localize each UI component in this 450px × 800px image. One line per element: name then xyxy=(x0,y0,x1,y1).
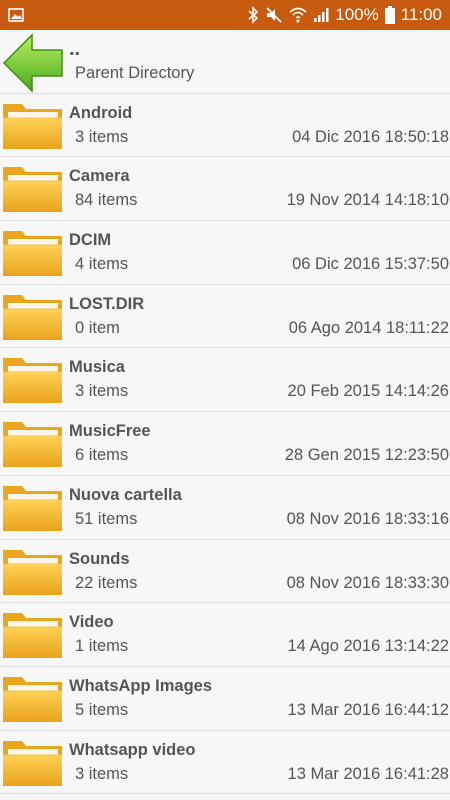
folder-item-count: 4 items xyxy=(75,255,129,274)
parent-directory-row[interactable]: .. Parent Directory xyxy=(0,30,450,94)
folder-row[interactable]: Camera 84 items 19 Nov 2014 14:18:10 xyxy=(0,157,450,222)
folder-name: Camera xyxy=(69,167,130,186)
folder-date: 28 Gen 2015 12:23:50 xyxy=(284,446,449,465)
folder-name: WhatsApp Images xyxy=(69,676,213,695)
folder-date: 20 Feb 2015 14:14:26 xyxy=(287,382,449,401)
folder-row[interactable]: DCIM 4 items 06 Dic 2016 15:37:50 xyxy=(0,221,450,285)
gallery-icon xyxy=(8,8,24,22)
folder-item-count: 5 items xyxy=(75,700,129,719)
parent-label: Parent Directory xyxy=(75,64,195,82)
folder-row[interactable]: Android 3 items 04 Dic 2016 18:50:18 xyxy=(0,93,450,158)
folder-name: LOST.DIR xyxy=(69,294,145,313)
folder-row[interactable]: Video 1 items 14 Ago 2016 13:14:22 xyxy=(0,603,450,667)
folder-item-count: 84 items xyxy=(75,191,138,210)
folder-icon xyxy=(2,163,64,215)
battery-percent: 100% xyxy=(335,5,379,24)
parent-name: .. xyxy=(69,38,81,60)
folder-row[interactable]: MusicFree 6 items 28 Gen 2015 12:23:50 xyxy=(0,412,450,476)
folder-item-count: 3 items xyxy=(75,382,129,401)
folder-date: 19 Nov 2014 14:18:10 xyxy=(286,191,449,210)
folder-icon xyxy=(2,546,64,598)
folder-row[interactable]: Musica 3 items 20 Feb 2015 14:14:26 xyxy=(0,348,450,413)
folder-icon xyxy=(2,482,64,534)
folder-icon xyxy=(2,227,64,279)
folder-date: 13 Mar 2016 16:41:28 xyxy=(287,764,449,783)
folder-row[interactable]: Nuova cartella 51 items 08 Nov 2016 18:3… xyxy=(0,475,450,540)
folder-date: 08 Nov 2016 18:33:30 xyxy=(286,573,449,592)
folder-icon xyxy=(2,291,64,343)
signal-icon xyxy=(313,7,329,23)
folder-date: 08 Nov 2016 18:33:16 xyxy=(286,509,449,528)
folder-item-count: 1 items xyxy=(75,637,129,656)
battery-icon xyxy=(384,6,395,24)
folder-icon xyxy=(2,673,64,725)
folder-date: 04 Dic 2016 18:50:18 xyxy=(292,127,449,146)
folder-item-count: 3 items xyxy=(75,764,129,783)
folder-name: DCIM xyxy=(69,231,112,250)
folder-name: Whatsapp video xyxy=(69,740,196,759)
folder-name: Android xyxy=(69,103,133,122)
mute-icon xyxy=(265,6,283,24)
folder-row[interactable]: LOST.DIR 0 item 06 Ago 2014 18:11:22 xyxy=(0,284,450,349)
folder-item-count: 3 items xyxy=(75,127,129,146)
bluetooth-icon xyxy=(247,6,259,24)
wifi-icon xyxy=(289,7,307,23)
folder-date: 06 Dic 2016 15:37:50 xyxy=(292,255,449,274)
folder-item-count: 6 items xyxy=(75,446,129,465)
folder-icon xyxy=(2,100,64,152)
folder-date: 06 Ago 2014 18:11:22 xyxy=(288,318,449,337)
file-list: .. Parent Directory Android 3 items 04 D… xyxy=(0,30,450,795)
folder-date: 13 Mar 2016 16:44:12 xyxy=(287,700,449,719)
folder-row[interactable]: WhatsApp Images 5 items 13 Mar 2016 16:4… xyxy=(0,666,450,731)
clock: 11:00 xyxy=(400,5,442,24)
folder-item-count: 51 items xyxy=(75,509,138,528)
folder-icon xyxy=(2,609,64,661)
folder-icon xyxy=(2,354,64,406)
back-arrow-icon xyxy=(2,33,64,93)
folder-name: Nuova cartella xyxy=(69,485,182,504)
folder-name: Video xyxy=(69,613,114,632)
folder-item-count: 22 items xyxy=(75,573,138,592)
folder-icon xyxy=(2,418,64,470)
folder-icon xyxy=(2,737,64,789)
folder-name: Musica xyxy=(69,358,125,377)
folder-date: 14 Ago 2016 13:14:22 xyxy=(287,637,450,656)
folder-name: MusicFree xyxy=(69,422,151,441)
folder-row[interactable]: Whatsapp video 3 items 13 Mar 2016 16:41… xyxy=(0,730,450,795)
status-bar: 100% 11:00 xyxy=(0,0,450,30)
folder-name: Sounds xyxy=(69,549,130,568)
folder-item-count: 0 item xyxy=(75,318,120,337)
folder-row[interactable]: Sounds 22 items 08 Nov 2016 18:33:30 xyxy=(0,539,450,604)
